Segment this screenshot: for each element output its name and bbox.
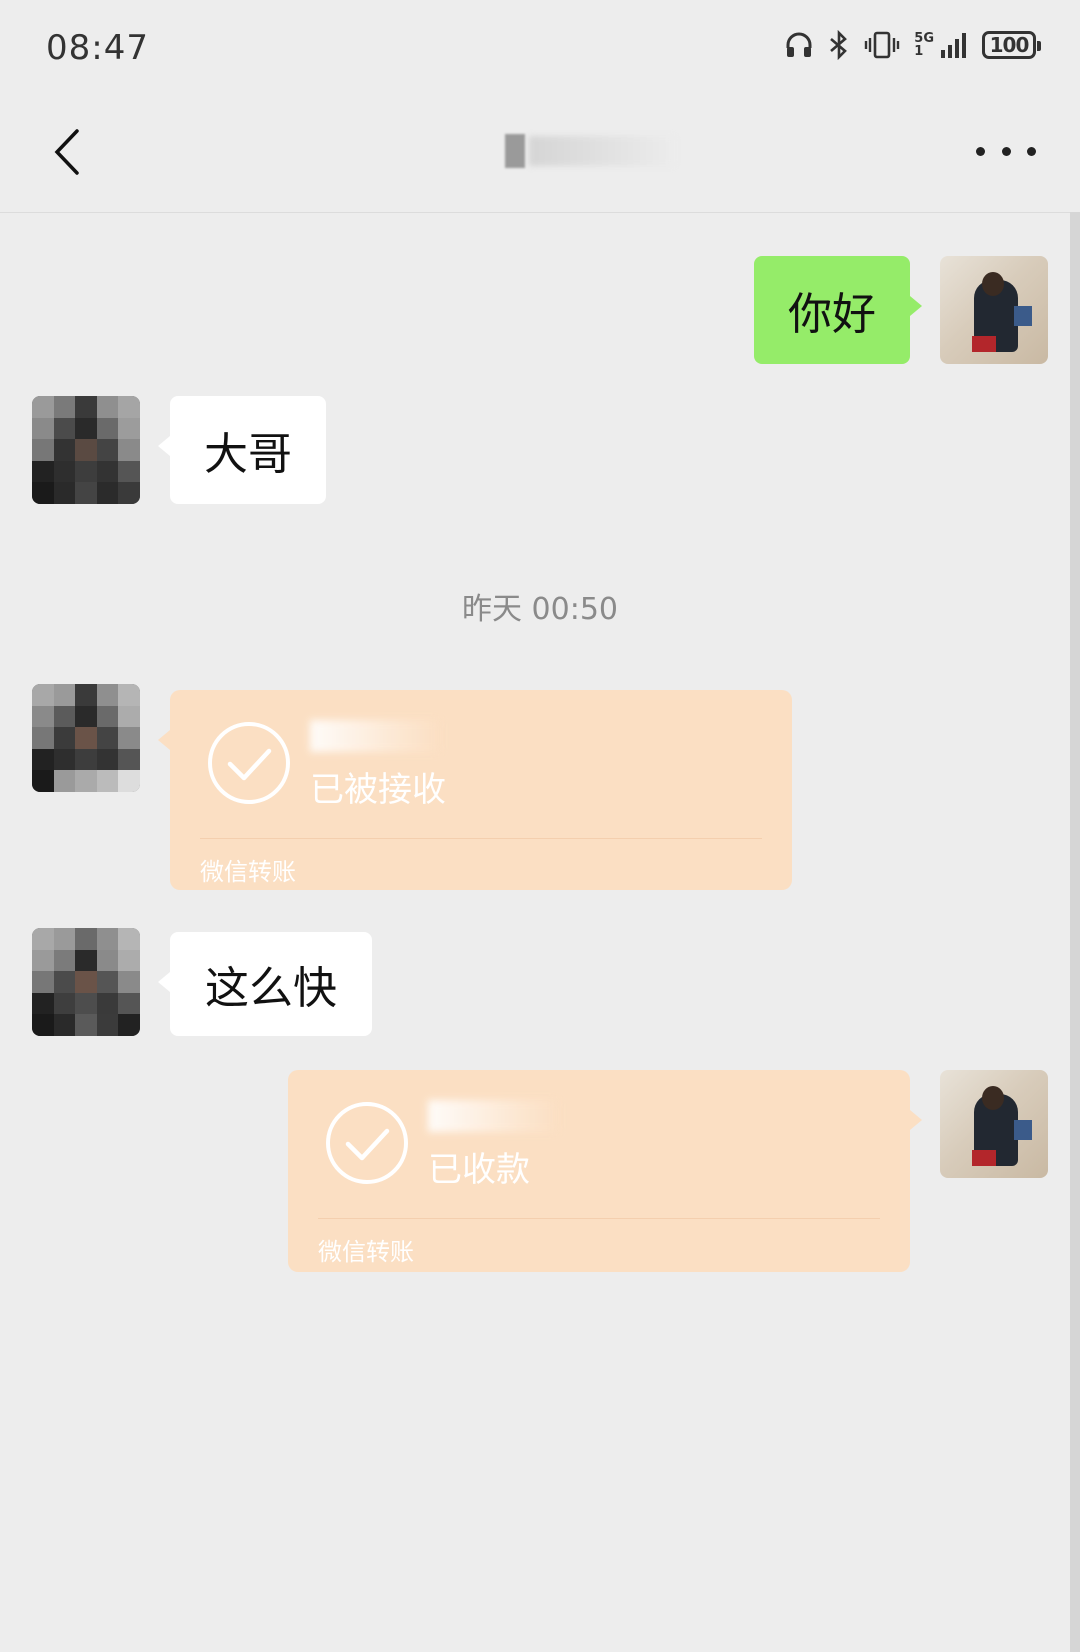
bluetooth-icon: [828, 30, 850, 60]
blurred-amount: [310, 720, 440, 752]
self-avatar[interactable]: [940, 256, 1048, 364]
blurred-contact-name: [505, 129, 675, 173]
transfer-status: 已被接收: [310, 770, 446, 810]
message-text: 这么快: [205, 963, 337, 1014]
message-timestamp: 昨天 00:50: [462, 592, 618, 627]
message-text: 你好: [788, 289, 876, 340]
contact-avatar[interactable]: [32, 396, 140, 504]
message-bubble[interactable]: 这么快: [158, 932, 372, 1036]
self-avatar[interactable]: [940, 1070, 1048, 1178]
blurred-amount: [428, 1100, 558, 1132]
transfer-status: 已收款: [428, 1150, 530, 1190]
scrollbar[interactable]: [1070, 212, 1080, 1652]
divider: [200, 838, 762, 839]
check-circle-icon: [326, 1102, 408, 1184]
chevron-left-icon: [54, 129, 79, 175]
battery-indicator: 100: [982, 31, 1041, 59]
signal-icon: [940, 30, 968, 60]
status-bar: 08:47 5G 1 100: [0, 0, 1080, 100]
chat-title: [500, 126, 680, 176]
message-list[interactable]: 你好 大哥 昨天 00:50 已被接收 微信转账 这么快 已收款 微信转账: [0, 212, 1070, 1652]
check-circle-icon: [208, 722, 290, 804]
message-bubble[interactable]: 你好: [754, 256, 922, 364]
contact-avatar[interactable]: [32, 684, 140, 792]
status-time: 08:47: [46, 28, 149, 68]
transfer-card[interactable]: 已被接收 微信转账: [158, 690, 792, 890]
message-text: 大哥: [204, 429, 292, 480]
more-dots-icon: [976, 146, 985, 156]
chat-header: [0, 100, 1080, 213]
headphones-icon: [784, 30, 814, 60]
more-options-button[interactable]: [976, 136, 1036, 166]
message-bubble[interactable]: 大哥: [158, 396, 326, 504]
transfer-footer-label: 微信转账: [200, 858, 296, 886]
network-sub-label: 1: [914, 44, 924, 59]
status-icons: 5G 1 100: [784, 30, 1041, 60]
back-button[interactable]: [36, 122, 96, 182]
transfer-footer-label: 微信转账: [318, 1238, 414, 1266]
transfer-card[interactable]: 已收款 微信转账: [288, 1070, 922, 1272]
vibrate-icon: [864, 30, 900, 60]
network-type: 5G 1: [914, 32, 934, 58]
divider: [318, 1218, 880, 1219]
contact-avatar[interactable]: [32, 928, 140, 1036]
